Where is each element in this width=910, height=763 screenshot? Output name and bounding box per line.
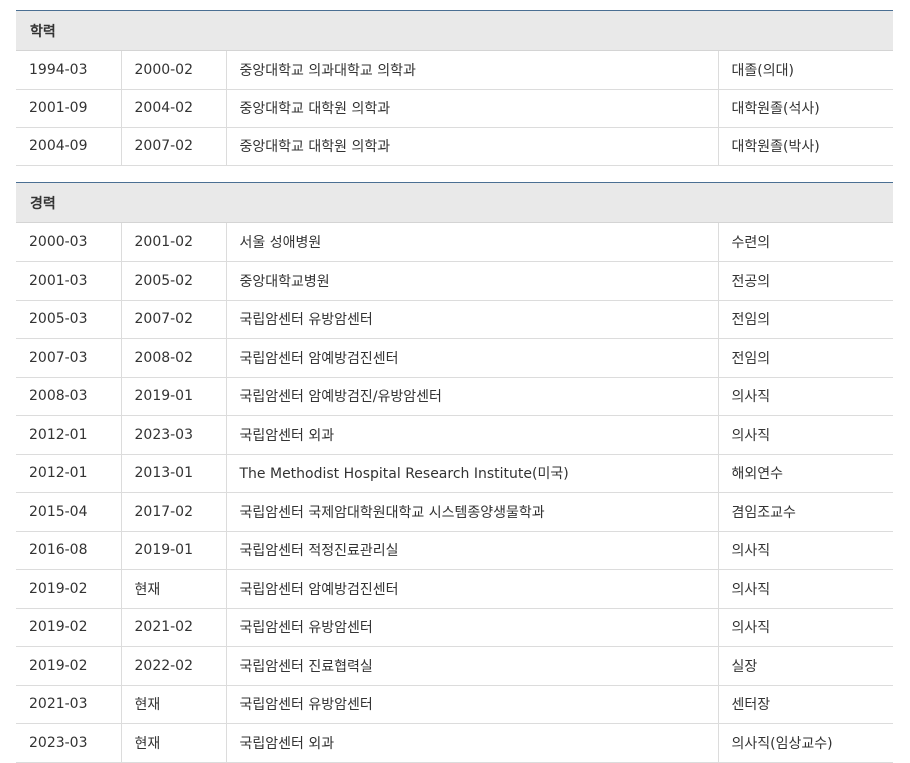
start-date-cell: 2008-03 — [16, 377, 121, 416]
position-cell: 실장 — [717, 646, 893, 686]
end-date-cell: 2017-02 — [120, 492, 226, 532]
end-date-cell: 2007-02 — [120, 300, 226, 339]
end-date-cell: 2004-02 — [120, 89, 226, 128]
position-cell: 센터장 — [717, 685, 893, 724]
start-date-cell: 2001-09 — [16, 89, 121, 128]
table-row: 2021-03 현재 국립암센터 유방암센터 센터장 — [16, 685, 893, 724]
table-row: 2005-03 2007-02 국립암센터 유방암센터 전임의 — [16, 300, 893, 339]
end-date-cell: 2013-01 — [120, 454, 226, 493]
end-date-cell: 2000-02 — [120, 51, 226, 90]
position-cell: 의사직 — [717, 569, 893, 609]
organization-cell: 중앙대학교 대학원 의학과 — [225, 127, 718, 166]
table-row: 2001-03 2005-02 중앙대학교병원 전공의 — [16, 261, 893, 301]
position-cell: 전임의 — [717, 300, 893, 339]
start-date-cell: 2015-04 — [16, 492, 121, 532]
position-cell: 겸임조교수 — [717, 492, 893, 532]
end-date-cell: 2023-03 — [120, 415, 226, 455]
organization-cell: 국립암센터 국제암대학원대학교 시스템종양생물학과 — [225, 492, 718, 532]
organization-cell: 국립암센터 진료협력실 — [225, 646, 718, 686]
start-date-cell: 2019-02 — [16, 608, 121, 647]
organization-cell: 국립암센터 외과 — [225, 415, 718, 455]
career-section: 경력 2000-03 2001-02 서울 성애병원 수련의 2001-03 2005-0… — [16, 182, 893, 763]
education-table: 1994-03 2000-02 중앙대학교 의과대학교 의학과 대졸(의대) 2001-… — [16, 51, 893, 166]
start-date-cell: 2001-03 — [16, 261, 121, 301]
end-date-cell: 2022-02 — [120, 646, 226, 686]
position-cell: 의사직 — [717, 608, 893, 647]
table-row: 2019-02 2021-02 국립암센터 유방암센터 의사직 — [16, 608, 893, 647]
table-row: 2016-08 2019-01 국립암센터 적정진료관리실 의사직 — [16, 531, 893, 570]
table-row: 2015-04 2017-02 국립암센터 국제암대학원대학교 시스템종양생물학과 겸… — [16, 492, 893, 532]
career-heading: 경력 — [16, 182, 893, 223]
start-date-cell: 2019-02 — [16, 646, 121, 686]
start-date-cell: 2023-03 — [16, 723, 121, 763]
table-row: 2004-09 2007-02 중앙대학교 대학원 의학과 대학원졸(박사) — [16, 127, 893, 166]
organization-cell: 중앙대학교 대학원 의학과 — [225, 89, 718, 128]
organization-cell: 서울 성애병원 — [225, 223, 718, 262]
end-date-cell: 2007-02 — [120, 127, 226, 166]
start-date-cell: 2005-03 — [16, 300, 121, 339]
education-section: 학력 1994-03 2000-02 중앙대학교 의과대학교 의학과 대졸(의대) 20… — [16, 10, 893, 166]
start-date-cell: 2016-08 — [16, 531, 121, 570]
organization-cell: 중앙대학교 의과대학교 의학과 — [225, 51, 718, 90]
start-date-cell: 2019-02 — [16, 569, 121, 609]
position-cell: 해외연수 — [717, 454, 893, 493]
end-date-cell: 2021-02 — [120, 608, 226, 647]
end-date-cell: 현재 — [120, 723, 226, 763]
start-date-cell: 2004-09 — [16, 127, 121, 166]
end-date-cell: 2019-01 — [120, 377, 226, 416]
position-cell: 대학원졸(석사) — [717, 89, 893, 128]
organization-cell: 국립암센터 암예방검진센터 — [225, 569, 718, 609]
start-date-cell: 1994-03 — [16, 51, 121, 90]
table-row: 2001-09 2004-02 중앙대학교 대학원 의학과 대학원졸(석사) — [16, 89, 893, 128]
start-date-cell: 2012-01 — [16, 415, 121, 455]
table-row: 2019-02 2022-02 국립암센터 진료협력실 실장 — [16, 646, 893, 686]
table-row: 2008-03 2019-01 국립암센터 암예방검진/유방암센터 의사직 — [16, 377, 893, 416]
end-date-cell: 2019-01 — [120, 531, 226, 570]
career-table-body: 2000-03 2001-02 서울 성애병원 수련의 2001-03 2005-02 중앙… — [16, 223, 893, 763]
education-table-body: 1994-03 2000-02 중앙대학교 의과대학교 의학과 대졸(의대) 2001-… — [16, 51, 893, 166]
start-date-cell: 2012-01 — [16, 454, 121, 493]
position-cell: 의사직(임상교수) — [717, 723, 893, 763]
position-cell: 의사직 — [717, 415, 893, 455]
organization-cell: 중앙대학교병원 — [225, 261, 718, 301]
table-row: 2023-03 현재 국립암센터 외과 의사직(임상교수) — [16, 723, 893, 763]
position-cell: 전임의 — [717, 338, 893, 378]
organization-cell: The Methodist Hospital Research Institut… — [225, 454, 718, 493]
position-cell: 의사직 — [717, 377, 893, 416]
organization-cell: 국립암센터 유방암센터 — [225, 608, 718, 647]
position-cell: 수련의 — [717, 223, 893, 262]
end-date-cell: 현재 — [120, 569, 226, 609]
organization-cell: 국립암센터 암예방검진센터 — [225, 338, 718, 378]
table-row: 2012-01 2023-03 국립암센터 외과 의사직 — [16, 415, 893, 455]
table-row: 2000-03 2001-02 서울 성애병원 수련의 — [16, 223, 893, 262]
start-date-cell: 2021-03 — [16, 685, 121, 724]
position-cell: 대학원졸(박사) — [717, 127, 893, 166]
table-row: 1994-03 2000-02 중앙대학교 의과대학교 의학과 대졸(의대) — [16, 51, 893, 90]
end-date-cell: 2001-02 — [120, 223, 226, 262]
end-date-cell: 현재 — [120, 685, 226, 724]
table-row: 2019-02 현재 국립암센터 암예방검진센터 의사직 — [16, 569, 893, 609]
organization-cell: 국립암센터 적정진료관리실 — [225, 531, 718, 570]
position-cell: 대졸(의대) — [717, 51, 893, 90]
education-heading: 학력 — [16, 10, 893, 51]
table-row: 2007-03 2008-02 국립암센터 암예방검진센터 전임의 — [16, 338, 893, 378]
organization-cell: 국립암센터 유방암센터 — [225, 685, 718, 724]
position-cell: 의사직 — [717, 531, 893, 570]
position-cell: 전공의 — [717, 261, 893, 301]
start-date-cell: 2007-03 — [16, 338, 121, 378]
table-row: 2012-01 2013-01 The Methodist Hospital Res… — [16, 454, 893, 493]
organization-cell: 국립암센터 유방암센터 — [225, 300, 718, 339]
start-date-cell: 2000-03 — [16, 223, 121, 262]
end-date-cell: 2005-02 — [120, 261, 226, 301]
organization-cell: 국립암센터 암예방검진/유방암센터 — [225, 377, 718, 416]
organization-cell: 국립암센터 외과 — [225, 723, 718, 763]
end-date-cell: 2008-02 — [120, 338, 226, 378]
career-table: 2000-03 2001-02 서울 성애병원 수련의 2001-03 2005-02 중앙… — [16, 223, 893, 763]
